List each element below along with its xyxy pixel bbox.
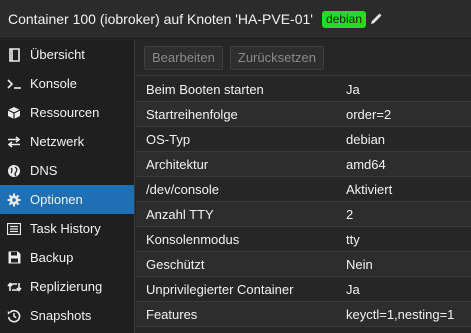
sidebar-item-optionen[interactable]: Optionen [0, 185, 134, 214]
option-value: keyctl=1,nesting=1 [346, 306, 455, 322]
sidebar-item-label: Snapshots [30, 308, 92, 323]
gear-icon [6, 192, 22, 208]
options-grid: Beim Booten starten Ja Startreihenfolge or… [136, 77, 471, 327]
option-value: order=2 [346, 106, 392, 122]
option-value: amd64 [346, 156, 386, 172]
sidebar-item-dns[interactable]: DNS [0, 156, 134, 185]
globe-icon [6, 163, 22, 179]
sidebar-item-ressourcen[interactable]: Ressourcen [0, 98, 134, 127]
sidebar-item-label: Übersicht [30, 47, 85, 62]
sidebar-item-task-history[interactable]: Task History [0, 214, 134, 243]
sidebar-item-label: DNS [30, 163, 58, 178]
table-row[interactable]: OS-Typ debian [136, 127, 471, 152]
list-icon [6, 221, 22, 237]
table-row[interactable]: Unprivilegierter Container Ja [136, 277, 471, 302]
options-panel: Bearbeiten Zurücksetzen Beim Booten star… [136, 40, 471, 333]
option-value: Ja [346, 81, 360, 97]
book-icon [6, 47, 22, 63]
option-key: Unprivilegierter Container [146, 281, 294, 297]
option-value: Ja [346, 281, 360, 297]
terminal-icon [6, 76, 22, 92]
table-row[interactable]: Geschützt Nein [136, 252, 471, 277]
sidebar-item-replizierung[interactable]: Replizierung [0, 272, 134, 301]
table-row[interactable]: Beim Booten starten Ja [136, 77, 471, 102]
page-title: Container 100 (iobroker) auf Knoten 'HA-… [8, 11, 313, 27]
table-row[interactable]: Konsolenmodus tty [136, 227, 471, 252]
sidebar-item-uebersicht[interactable]: Übersicht [0, 40, 134, 69]
option-value: Nein [346, 256, 373, 272]
option-key: Features [146, 306, 198, 322]
sidebar-item-konsole[interactable]: Konsole [0, 69, 134, 98]
sidebar-item-netzwerk[interactable]: Netzwerk [0, 127, 134, 156]
cube-icon [6, 105, 22, 121]
pencil-icon[interactable] [369, 12, 383, 26]
option-value: debian [346, 131, 386, 147]
edit-button[interactable]: Bearbeiten [144, 45, 223, 70]
revert-button[interactable]: Zurücksetzen [229, 45, 324, 70]
table-row[interactable]: Architektur amd64 [136, 152, 471, 177]
option-key: Anzahl TTY [146, 206, 214, 222]
option-value: 2 [346, 206, 354, 222]
option-key: Beim Booten starten [146, 81, 264, 97]
sidebar-item-label: Replizierung [30, 279, 103, 294]
sidebar-item-label: Task History [30, 221, 101, 236]
option-key: Architektur [146, 156, 209, 172]
table-row[interactable]: Anzahl TTY 2 [136, 202, 471, 227]
table-row[interactable]: Features keyctl=1,nesting=1 [136, 302, 471, 327]
sidebar-item-label: Ressourcen [30, 105, 100, 120]
sidebar-item-snapshots[interactable]: Snapshots [0, 301, 134, 330]
sidebar-item-label: Optionen [30, 192, 83, 207]
exchange-arrows-icon [6, 134, 22, 150]
page-header: Container 100 (iobroker) auf Knoten 'HA-… [0, 0, 471, 39]
option-key: Startreihenfolge [146, 106, 238, 122]
option-key: Konsolenmodus [146, 231, 240, 247]
floppy-disk-icon [6, 250, 22, 266]
sidebar-item-backup[interactable]: Backup [0, 243, 134, 272]
option-key: OS-Typ [146, 131, 191, 147]
option-value: Aktiviert [346, 181, 393, 197]
option-value: tty [346, 231, 360, 247]
toolbar: Bearbeiten Zurücksetzen [136, 40, 471, 76]
table-row[interactable]: Startreihenfolge order=2 [136, 102, 471, 127]
sidebar: Übersicht Konsole Ressourcen Netzwerk DN… [0, 40, 135, 333]
os-tag-badge[interactable]: debian [321, 10, 366, 28]
option-key: Geschützt [146, 256, 205, 272]
sidebar-item-label: Netzwerk [30, 134, 85, 149]
option-key: /dev/console [146, 181, 219, 197]
retweet-icon [6, 279, 22, 295]
history-icon [6, 308, 22, 324]
sidebar-item-label: Backup [30, 250, 74, 265]
sidebar-item-label: Konsole [30, 76, 77, 91]
table-row[interactable]: /dev/console Aktiviert [136, 177, 471, 202]
